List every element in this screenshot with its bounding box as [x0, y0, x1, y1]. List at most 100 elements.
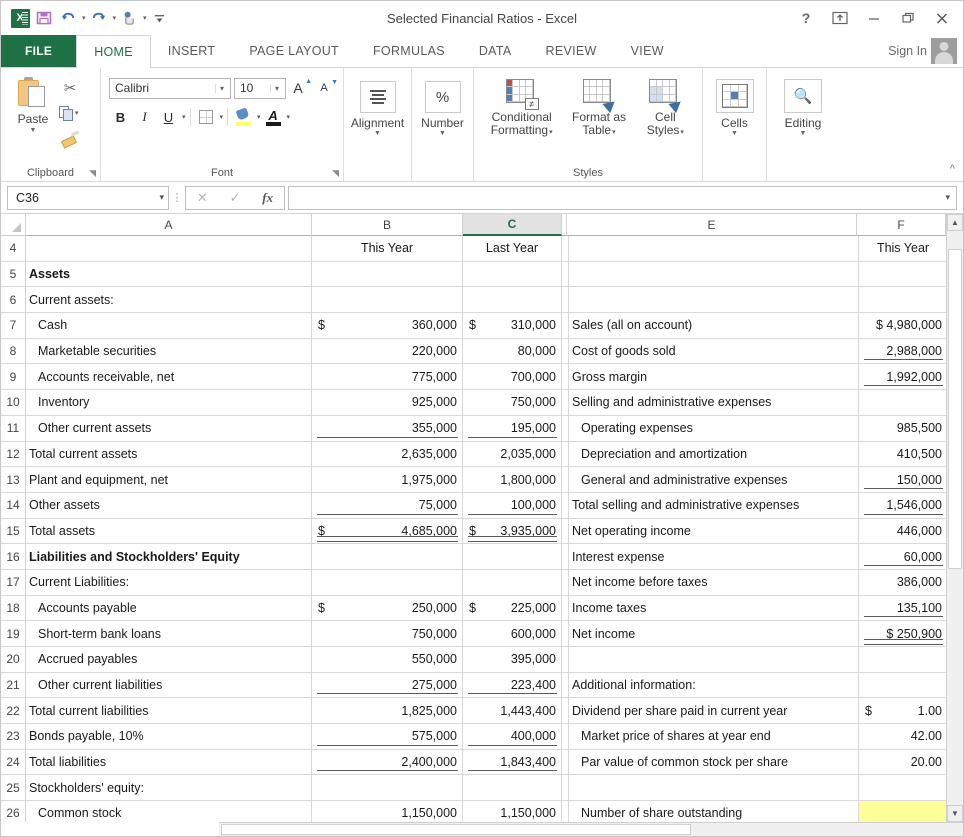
borders-button[interactable]: [195, 106, 218, 128]
row-header-25[interactable]: 25: [1, 775, 26, 802]
cell-E4[interactable]: [569, 236, 859, 262]
horizontal-scroll-thumb[interactable]: [221, 824, 691, 835]
cell-D19[interactable]: [562, 621, 569, 647]
vertical-scroll-thumb[interactable]: [948, 249, 962, 569]
cell-B7[interactable]: $360,000: [312, 313, 463, 339]
copy-dropdown-icon[interactable]: ▾: [75, 109, 79, 117]
paste-button[interactable]: Paste ▼: [7, 75, 59, 134]
cell-A19[interactable]: Short-term bank loans: [26, 621, 312, 647]
cell-C17[interactable]: [463, 569, 562, 596]
cell-B23[interactable]: 575,000: [312, 724, 463, 750]
cell-A7[interactable]: Cash: [26, 313, 312, 339]
cell-C23[interactable]: 400,000: [463, 724, 562, 750]
cell-D6[interactable]: [562, 287, 569, 314]
cell-F13[interactable]: 150,000: [859, 467, 946, 493]
save-icon[interactable]: [33, 7, 55, 29]
cell-B13[interactable]: 1,975,000: [312, 467, 463, 493]
font-size-combo[interactable]: 10 ▾: [234, 77, 286, 99]
cell-D18[interactable]: [562, 595, 569, 622]
cell-E26[interactable]: Number of share outstanding: [569, 801, 859, 822]
help-icon[interactable]: ?: [789, 5, 823, 31]
cell-C20[interactable]: 395,000: [463, 647, 562, 673]
cell-D24[interactable]: [562, 749, 569, 776]
cell-A14[interactable]: Other assets: [26, 492, 312, 519]
cell-E14[interactable]: Total selling and administrative expense…: [569, 492, 859, 519]
cell-C5[interactable]: [463, 261, 562, 288]
cell-F8[interactable]: 2,988,000: [859, 338, 946, 365]
cell-F23[interactable]: 42.00: [859, 724, 946, 750]
row-header-7[interactable]: 7: [1, 313, 26, 339]
insert-function-icon[interactable]: fx: [262, 190, 273, 206]
cell-C19[interactable]: 600,000: [463, 621, 562, 647]
cell-A13[interactable]: Plant and equipment, net: [26, 467, 312, 493]
font-dialog-launcher-icon[interactable]: ◥: [332, 168, 339, 179]
italic-button[interactable]: I: [133, 106, 156, 128]
select-all-corner[interactable]: [1, 214, 26, 236]
cell-D7[interactable]: [562, 313, 569, 339]
cell-E9[interactable]: Gross margin: [569, 364, 859, 391]
cell-C16[interactable]: [463, 544, 562, 570]
font-size-dropdown-icon[interactable]: ▾: [269, 83, 283, 93]
cell-E10[interactable]: Selling and administrative expenses: [569, 390, 859, 416]
cancel-icon[interactable]: ✕: [197, 190, 208, 206]
column-header-c[interactable]: C: [463, 214, 562, 236]
column-header-f[interactable]: F: [857, 214, 946, 236]
cell-C15[interactable]: $3,935,000: [463, 518, 562, 545]
alignment-icon[interactable]: [359, 81, 396, 113]
cell-F12[interactable]: 410,500: [859, 441, 946, 468]
cell-E12[interactable]: Depreciation and amortization: [569, 441, 859, 468]
format-painter-button[interactable]: [59, 127, 81, 149]
number-dropdown-icon[interactable]: ▼: [439, 130, 446, 137]
column-header-a[interactable]: A: [26, 214, 312, 236]
row-header-8[interactable]: 8: [1, 338, 26, 365]
enter-icon[interactable]: ✓: [230, 190, 241, 206]
cell-E11[interactable]: Operating expenses: [569, 415, 859, 442]
close-icon[interactable]: [925, 5, 959, 31]
format-as-table-button[interactable]: Format as Table▾: [566, 77, 632, 137]
undo-dropdown-icon[interactable]: ▾: [82, 14, 86, 22]
cell-A26[interactable]: Common stock: [26, 801, 312, 822]
row-header-6[interactable]: 6: [1, 287, 26, 314]
row-header-12[interactable]: 12: [1, 441, 26, 468]
avatar[interactable]: [931, 38, 957, 64]
cell-D21[interactable]: [562, 672, 569, 699]
cell-C7[interactable]: $310,000: [463, 313, 562, 339]
cell-C14[interactable]: 100,000: [463, 492, 562, 519]
vertical-scrollbar[interactable]: ▲ ▼: [946, 214, 963, 822]
row-header-11[interactable]: 11: [1, 415, 26, 442]
cell-E13[interactable]: General and administrative expenses: [569, 467, 859, 493]
conditional-formatting-button[interactable]: ≠ Conditional Formatting▾: [483, 77, 561, 137]
cell-E16[interactable]: Interest expense: [569, 544, 859, 570]
cell-D17[interactable]: [562, 569, 569, 596]
cell-F24[interactable]: 20.00: [859, 749, 946, 776]
cell-A17[interactable]: Current Liabilities:: [26, 569, 312, 596]
cell-B16[interactable]: [312, 544, 463, 570]
cell-E24[interactable]: Par value of common stock per share: [569, 749, 859, 776]
cell-D20[interactable]: [562, 647, 569, 673]
cell-C9[interactable]: 700,000: [463, 364, 562, 391]
cell-B10[interactable]: 925,000: [312, 390, 463, 416]
row-header-26[interactable]: 26: [1, 801, 26, 822]
cell-F26[interactable]: [859, 801, 946, 822]
cell-C10[interactable]: 750,000: [463, 390, 562, 416]
number-format-icon[interactable]: %: [424, 81, 461, 113]
redo-dropdown-icon[interactable]: ▾: [113, 14, 117, 22]
cell-D14[interactable]: [562, 492, 569, 519]
cell-B21[interactable]: 275,000: [312, 672, 463, 699]
cell-C24[interactable]: 1,843,400: [463, 749, 562, 776]
cell-F20[interactable]: [859, 647, 946, 673]
cell-E19[interactable]: Net income: [569, 621, 859, 647]
redo-icon[interactable]: [88, 7, 110, 29]
fill-color-dropdown-icon[interactable]: ▾: [257, 113, 261, 121]
collapse-ribbon-icon[interactable]: ^: [950, 163, 955, 175]
alignment-dropdown-icon[interactable]: ▼: [374, 130, 381, 137]
name-box-dropdown-icon[interactable]: ▾: [159, 192, 164, 203]
tab-page-layout[interactable]: PAGE LAYOUT: [232, 35, 356, 67]
cell-F21[interactable]: [859, 672, 946, 699]
touch-mode-icon[interactable]: [118, 7, 140, 29]
cell-F4[interactable]: This Year: [859, 236, 946, 262]
row-header-16[interactable]: 16: [1, 544, 26, 570]
cell-A23[interactable]: Bonds payable, 10%: [26, 724, 312, 750]
cell-A24[interactable]: Total liabilities: [26, 749, 312, 776]
cell-B4[interactable]: This Year: [312, 236, 463, 262]
